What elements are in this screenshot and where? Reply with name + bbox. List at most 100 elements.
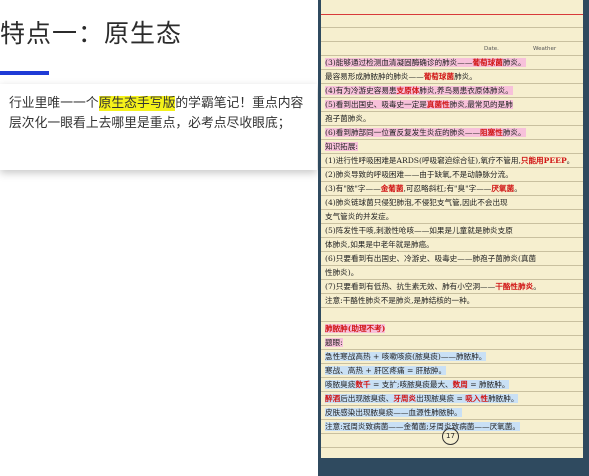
note-segment: (5)阵发性干咳,刺激性呛咳——如果是儿童就是肺炎支原 (325, 226, 513, 235)
note-line: (3)能够通过检测血清凝固酶确诊的肺炎——葡萄球菌肺炎。 (325, 56, 526, 69)
note-segment: (6)看到肺部同一位置反复发生炎症的肺炎—— (325, 128, 481, 137)
note-line: 题眼: (325, 336, 343, 349)
date-weather-header: Date. Weather (321, 44, 583, 54)
note-line: (4)肺炎链球菌只侵犯肺泡,不侵犯支气管,因此不会出现 (325, 196, 508, 209)
note-emphasis: 吸入性 (465, 394, 489, 403)
note-emphasis: 干酪性肺炎 (495, 282, 534, 291)
note-line-text: 题眼: (325, 338, 343, 347)
note-line: 知识拓展: (325, 140, 358, 153)
note-line-text: (3)能够通过检测血清凝固酶确诊的肺炎——葡萄球菌肺炎。 (325, 58, 526, 67)
note-line: 孢子菌肺炎。 (325, 112, 371, 125)
note-segment: ,可忍略斜杠;有"臭"字—— (403, 184, 492, 193)
note-line-text: 孢子菌肺炎。 (325, 114, 371, 123)
note-line-text: (2)肺炎导致的呼吸困难——由于缺氧,不是动静脉分流。 (325, 170, 513, 179)
note-segment: (1)进行性呼吸困难是ARDS(呼吸窘迫综合征),氧疗不管用, (325, 156, 521, 165)
note-line: (4)有为冷游史容易患支原体肺炎,养鸟易患衣原体肺炎。 (325, 84, 513, 97)
note-line: 醉酒后出现脓臭痰、牙周炎出现脓臭痰 = 吸入性肺脓肿。 (325, 392, 519, 405)
description-text-start: 行业里唯一一个 (9, 96, 99, 111)
title-underline-bar (0, 71, 49, 75)
note-emphasis: 支原体 (396, 86, 420, 95)
note-line: 咳脓臭痰数千 = 支扩;咳脓臭痰最大、数周 = 肺脓肿。 (325, 378, 510, 391)
note-line-text: (1)进行性呼吸困难是ARDS(呼吸窘迫综合征),氧疗不管用,只能用PEEP。 (325, 156, 574, 165)
note-segment: 肺炎,养鸟易患衣原体肺炎。 (419, 86, 513, 95)
weather-label: Weather (533, 46, 557, 52)
note-line: 注意:干酪性肺炎不是肺炎,是肺结核的一种。 (325, 294, 474, 307)
note-segment: 咳脓臭痰 (325, 380, 356, 389)
note-line-text: (3)有"脓"字——金葡菌,可忍略斜杠;有"臭"字——厌氧菌。 (325, 184, 522, 193)
note-line: 急性寒战高热 + 咳嗽咳痰(脓臭痰)——肺脓肿。 (325, 350, 487, 363)
note-line-text: (5)看到出国史、吸毒史一定是真菌性肺炎,最常见的是肺 (325, 100, 513, 109)
note-emphasis: 醉酒 (325, 394, 341, 403)
note-line-text: (4)肺炎链球菌只侵犯肺泡,不侵犯支气管,因此不会出现 (325, 198, 508, 207)
date-label: Date. (484, 46, 499, 52)
note-segment: = 肺脓肿。 (467, 380, 510, 389)
note-segment: 肺炎。 (502, 58, 526, 67)
note-line-text: (4)有为冷游史容易患支原体肺炎,养鸟易患衣原体肺炎。 (325, 86, 513, 95)
note-line: (6)只要看到有出国史、冷游史、吸毒史——肺孢子菌肺炎(真菌 (325, 252, 536, 265)
note-segment: 注意:冠周炎致病菌——金葡菌;牙周炎致病菌——厌氧菌。 (325, 422, 520, 431)
note-segment: 。 (566, 156, 575, 165)
note-line-text: 寒战、高热 + 肝区疼痛 = 肝脓肿。 (325, 366, 447, 375)
note-emphasis: 金葡菌 (380, 184, 404, 193)
note-segment: 注意:干酪性肺炎不是肺炎,是肺结核的一种。 (325, 296, 475, 305)
note-segment: 性肺炎)。 (325, 268, 359, 277)
note-segment: 题眼: (325, 338, 343, 347)
note-segment: 。 (514, 184, 522, 193)
note-segment: (3)有"脓"字—— (325, 184, 381, 193)
note-line: 性肺炎)。 (325, 266, 358, 279)
note-line-text: 最容易形成肺脓肿的肺炎——葡萄球菌肺炎。 (325, 72, 477, 81)
note-emphasis: 阻塞性 (480, 128, 503, 137)
note-segment: 寒战、高热 + 肝区疼痛 = 肝脓肿。 (325, 366, 447, 375)
note-segment: 急性寒战高热 + 咳嗽咳痰(脓臭痰)——肺脓肿。 (325, 352, 487, 361)
note-segment: (7)只要看到有低热、抗生素无效、肺有小空洞—— (325, 282, 496, 291)
note-segment: 肺炎。 (454, 72, 477, 81)
note-segment: (5)看到出国史、吸毒史一定是 (325, 100, 427, 109)
note-line-text: (5)阵发性干咳,刺激性呛咳——如果是儿童就是肺炎支原 (325, 226, 513, 235)
note-emphasis: 厌氧菌 (491, 184, 515, 193)
section-title: 特点一：原生态 (0, 19, 183, 48)
note-line-text: 注意:冠周炎致病菌——金葡菌;牙周炎致病菌——厌氧菌。 (325, 422, 520, 431)
page-number: 17 (442, 428, 459, 445)
note-line: (6)看到肺部同一位置反复发生炎症的肺炎——阻塞性肺炎。 (325, 126, 526, 139)
note-segment: (6)只要看到有出国史、冷游史、吸毒史——肺孢子菌肺炎(真菌 (325, 254, 537, 263)
note-segment: (3)能够通过检测血清凝固酶确诊的肺炎—— (325, 58, 473, 67)
note-segment: 皮肤感染出现脓臭痰——血源性肺脓肿。 (325, 408, 462, 417)
note-segment: 知识拓展: (325, 142, 358, 151)
note-segment: 肺炎。 (502, 128, 526, 137)
notebook-panel: Date. Weather (3)能够通过检测血清凝固酶确诊的肺炎——葡萄球菌肺… (318, 0, 589, 476)
note-segment: 出现脓臭痰 = (416, 394, 466, 403)
note-line: (5)看到出国史、吸毒史一定是真菌性肺炎,最常见的是肺 (325, 98, 513, 111)
note-segment: (4)有为冷游史容易患 (325, 86, 397, 95)
note-line-text: 支气管炎的并发症。 (325, 212, 393, 221)
note-emphasis: 数周 (452, 380, 468, 389)
description-card: 行业里唯一一个原生态手写版的学霸笔记！重点内容层次化一眼看上去哪里是重点，必考点… (0, 84, 317, 170)
note-line: 支气管炎的并发症。 (325, 210, 393, 223)
note-line: (3)有"脓"字——金葡菌,可忍略斜杠;有"臭"字——厌氧菌。 (325, 182, 522, 195)
note-line-text: 咳脓臭痰数千 = 支扩;咳脓臭痰最大、数周 = 肺脓肿。 (325, 380, 510, 389)
note-line-text: (6)只要看到有出国史、冷游史、吸毒史——肺孢子菌肺炎(真菌 (325, 254, 536, 263)
note-segment: 孢子菌肺炎。 (325, 114, 371, 123)
note-line-text: 皮肤感染出现脓臭痰——血源性肺脓肿。 (325, 408, 462, 417)
note-emphasis: 数千 (355, 380, 371, 389)
note-segment: 最容易形成肺脓肿的肺炎—— (325, 72, 424, 81)
note-emphasis: 葡萄球菌 (472, 58, 503, 67)
note-line: (5)阵发性干咳,刺激性呛咳——如果是儿童就是肺炎支原 (325, 224, 513, 237)
note-segment: 后出现脓臭痰、 (340, 394, 394, 403)
note-line: 注意:冠周炎致病菌——金葡菌;牙周炎致病菌——厌氧菌。 (325, 420, 520, 433)
description-text: 行业里唯一一个原生态手写版的学霸笔记！重点内容层次化一眼看上去哪里是重点，必考点… (9, 94, 309, 134)
note-segment: 体肺炎,如果是中老年就是肺癌。 (325, 240, 434, 249)
note-segment: 肺脓肿。 (488, 394, 519, 403)
note-line: (1)进行性呼吸困难是ARDS(呼吸窘迫综合征),氧疗不管用,只能用PEEP。 (325, 154, 574, 167)
highlighted-phrase: 原生态手写版 (98, 96, 176, 111)
note-emphasis: 真菌性 (426, 100, 450, 109)
note-segment: 。 (533, 282, 541, 291)
note-emphasis: 牙周炎 (393, 394, 417, 403)
note-emphasis: 肺脓肿(助理不考) (325, 324, 386, 333)
note-line: 体肺炎,如果是中老年就是肺癌。 (325, 238, 434, 251)
notebook-page: Date. Weather (3)能够通过检测血清凝固酶确诊的肺炎——葡萄球菌肺… (321, 0, 583, 458)
note-line-text: (6)看到肺部同一位置反复发生炎症的肺炎——阻塞性肺炎。 (325, 128, 526, 137)
note-segment: (2)肺炎导致的呼吸困难——由于缺氧,不是动静脉分流。 (325, 170, 513, 179)
note-emphasis: 葡萄球菌 (423, 72, 455, 81)
note-line-text: 急性寒战高热 + 咳嗽咳痰(脓臭痰)——肺脓肿。 (325, 352, 487, 361)
note-line: 寒战、高热 + 肝区疼痛 = 肝脓肿。 (325, 364, 447, 377)
